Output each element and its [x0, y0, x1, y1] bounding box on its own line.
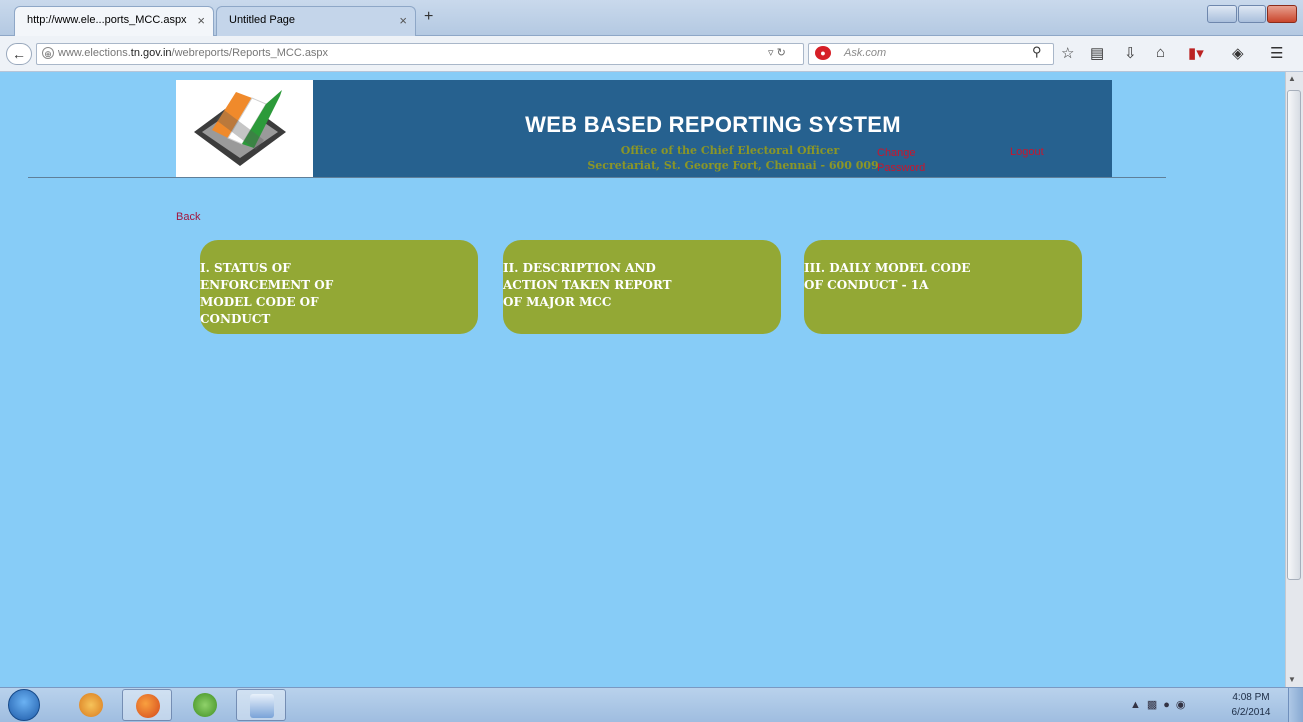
show-desktop-button[interactable] [1288, 688, 1303, 722]
start-button[interactable] [8, 689, 40, 721]
search-placeholder: Ask.com [844, 47, 887, 59]
close-tab-icon[interactable]: × [399, 13, 407, 28]
minimize-button[interactable] [1207, 5, 1237, 23]
scroll-up-icon[interactable]: ▲ [1288, 74, 1296, 83]
clock-time[interactable]: 4:08 PM [1226, 692, 1276, 703]
card-label: I. STATUS OF ENFORCEMENT OF MODEL CODE O… [200, 261, 334, 326]
tab-title: http://www.ele...ports_MCC.aspx [27, 14, 187, 26]
addon-icon[interactable]: ▮▾ [1188, 44, 1204, 62]
taskbar-app-utorrent[interactable] [180, 689, 230, 721]
change-password-link[interactable]: Change Password [877, 146, 937, 176]
clock-date[interactable]: 6/2/2014 [1226, 707, 1276, 718]
maximize-button[interactable] [1238, 5, 1266, 23]
taskbar-app-paint[interactable] [66, 689, 116, 721]
reload-icon[interactable]: ▿ ↻ [768, 46, 786, 59]
card-daily-model-code[interactable]: III. DAILY MODEL CODE OF CONDUCT - 1A [804, 240, 1082, 334]
utorrent-icon [193, 693, 217, 717]
close-tab-icon[interactable]: × [197, 13, 205, 28]
logout-link[interactable]: Logout [1010, 146, 1044, 158]
word-icon [250, 694, 274, 718]
back-link[interactable]: Back [176, 211, 200, 223]
taskbar-app-firefox[interactable] [122, 689, 172, 721]
firefox-icon [136, 694, 160, 718]
tab-untitled-page[interactable]: Untitled Page × [216, 6, 416, 36]
search-engine-icon[interactable]: ● [815, 46, 831, 60]
paint-icon [79, 693, 103, 717]
scroll-down-icon[interactable]: ▼ [1288, 675, 1296, 684]
menu-icon[interactable]: ☰ [1270, 44, 1283, 62]
office-subtitle: Office of the Chief Electoral Officer [620, 144, 840, 157]
download-icon[interactable]: ⇩ [1124, 44, 1137, 62]
scrollbar-thumb[interactable] [1287, 90, 1301, 580]
clipboard-icon[interactable]: ▤ [1090, 44, 1104, 62]
taskbar-app-word[interactable] [236, 689, 286, 721]
logo-image [176, 80, 313, 177]
home-icon[interactable]: ⌂ [1156, 44, 1165, 61]
new-tab-button[interactable]: + [424, 8, 433, 26]
url-text[interactable]: www.elections.tn.gov.in/webreports/Repor… [58, 47, 328, 59]
address-subtitle: Secretariat, St. George Fort, Chennai - … [587, 159, 879, 172]
bookmark-star-icon[interactable]: ☆ [1061, 44, 1074, 62]
ballot-logo-icon [194, 90, 286, 166]
card-status-of-enforcement[interactable]: I. STATUS OF ENFORCEMENT OF MODEL CODE O… [200, 240, 478, 334]
back-arrow-icon[interactable]: ← [6, 43, 32, 65]
card-description-action-taken[interactable]: II. DESCRIPTION AND ACTION TAKEN REPORT … [503, 240, 781, 334]
search-icon[interactable]: ⚲ [1032, 44, 1042, 60]
header-divider [28, 177, 1166, 178]
close-window-button[interactable] [1267, 5, 1297, 23]
page-title: WEB BASED REPORTING SYSTEM [525, 112, 901, 137]
shield-icon[interactable]: ◈ [1232, 44, 1244, 62]
tab-title: Untitled Page [229, 14, 296, 26]
site-identity-icon[interactable]: ⊕ [42, 47, 54, 59]
card-label: III. DAILY MODEL CODE OF CONDUCT - 1A [804, 261, 971, 292]
system-tray-icons[interactable]: ▲▩●◉ [1130, 698, 1192, 711]
card-label: II. DESCRIPTION AND ACTION TAKEN REPORT … [503, 261, 672, 309]
tab-reports-mcc[interactable]: http://www.ele...ports_MCC.aspx × [14, 6, 214, 36]
